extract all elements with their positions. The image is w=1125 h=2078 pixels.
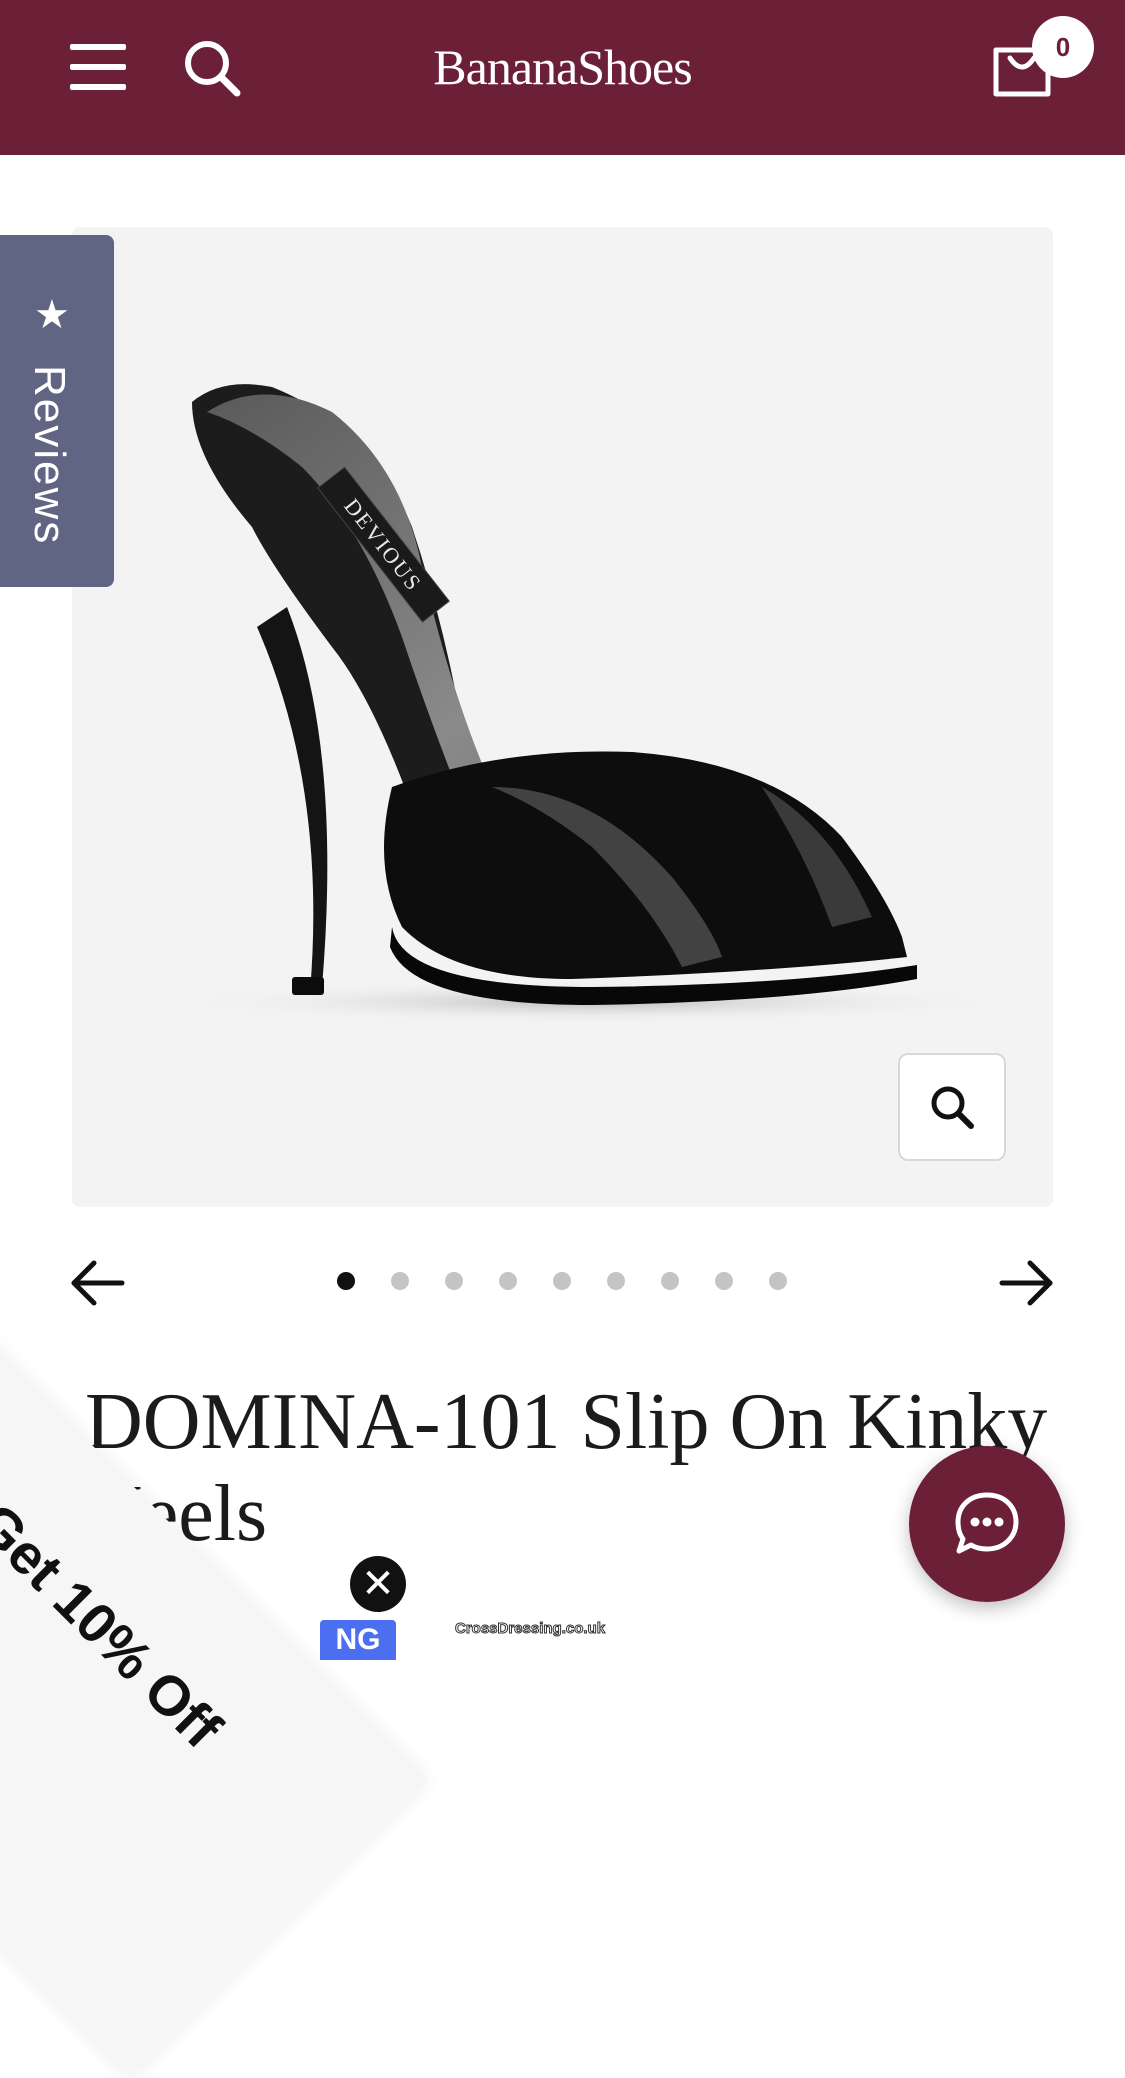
carousel-dots bbox=[337, 1272, 787, 1292]
reviews-side-tab[interactable]: ★ Reviews bbox=[0, 235, 114, 587]
carousel-dot[interactable] bbox=[337, 1272, 355, 1290]
menu-button[interactable] bbox=[70, 44, 126, 92]
hamburger-icon-bar bbox=[70, 84, 126, 90]
search-button[interactable] bbox=[182, 38, 242, 98]
carousel-dot[interactable] bbox=[769, 1272, 787, 1290]
promo-badge: NG bbox=[320, 1620, 396, 1660]
arrow-left-icon bbox=[71, 1260, 125, 1306]
close-icon: ✕ bbox=[361, 1562, 395, 1606]
cart-count-badge: 0 bbox=[1032, 16, 1094, 78]
hamburger-icon-bar bbox=[70, 64, 126, 70]
reviews-tab-label: Reviews bbox=[25, 365, 74, 546]
site-header: BananaShoes 0 bbox=[0, 0, 1125, 155]
previous-image-button[interactable] bbox=[70, 1258, 126, 1308]
carousel-dot[interactable] bbox=[553, 1272, 571, 1290]
product-image-gallery[interactable]: DEVIOUS bbox=[72, 227, 1053, 1207]
watermark: CrossDressing.co.uk bbox=[454, 1620, 606, 1638]
chat-bubble-icon bbox=[955, 1492, 1019, 1554]
star-icon: ★ bbox=[34, 293, 70, 337]
next-image-button[interactable] bbox=[998, 1258, 1054, 1308]
hamburger-icon bbox=[70, 44, 126, 50]
chat-button[interactable] bbox=[909, 1446, 1065, 1602]
zoom-icon bbox=[931, 1086, 974, 1129]
arrow-right-icon bbox=[999, 1260, 1053, 1306]
search-icon bbox=[185, 41, 241, 97]
site-logo[interactable]: BananaShoes bbox=[300, 38, 825, 96]
carousel-dot[interactable] bbox=[445, 1272, 463, 1290]
carousel-dot[interactable] bbox=[391, 1272, 409, 1290]
carousel-dot[interactable] bbox=[715, 1272, 733, 1290]
close-discount-button[interactable]: ✕ bbox=[350, 1556, 406, 1612]
carousel-dot[interactable] bbox=[499, 1272, 517, 1290]
carousel-dot[interactable] bbox=[607, 1272, 625, 1290]
carousel-dot[interactable] bbox=[661, 1272, 679, 1290]
zoom-button[interactable] bbox=[898, 1053, 1006, 1161]
